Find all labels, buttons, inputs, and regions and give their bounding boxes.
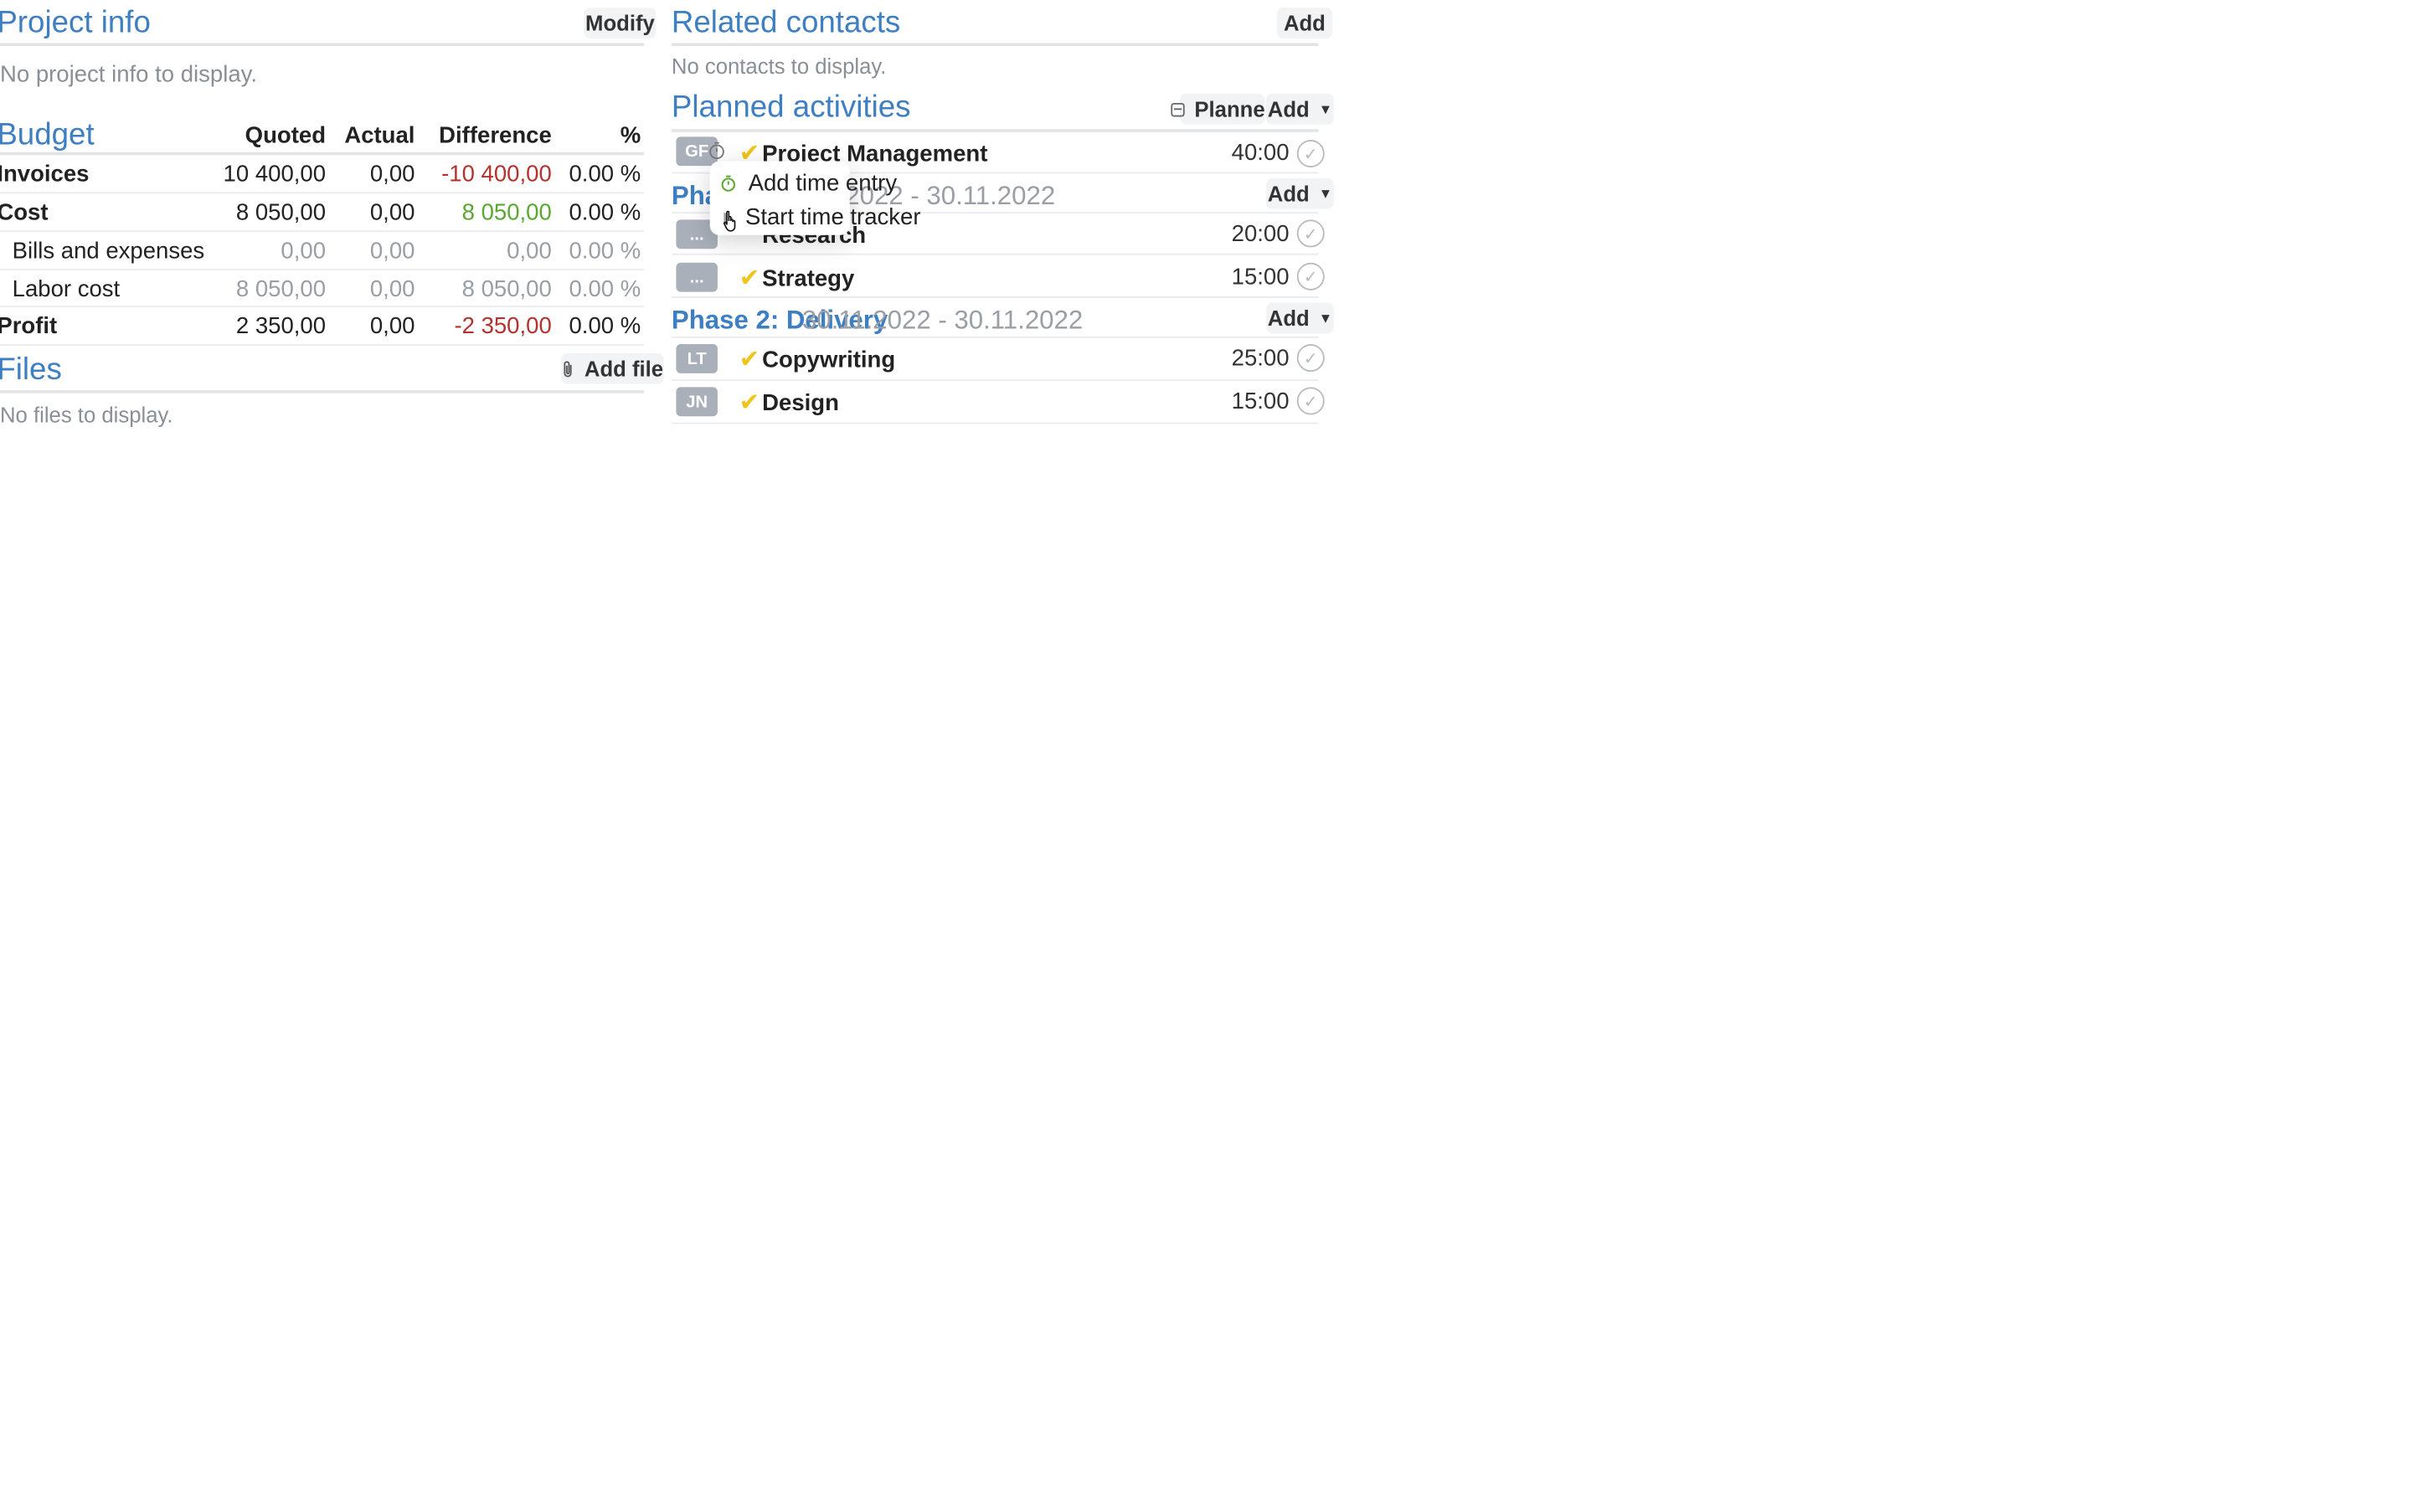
divider [671, 129, 1319, 132]
activity-duration: 15:00 [1231, 388, 1290, 415]
col-actual: Actual [344, 122, 415, 149]
budget-title: Budget [0, 118, 95, 152]
row-label: Invoices [0, 161, 90, 188]
divider [0, 306, 644, 307]
project-info-empty: No project info to display. [0, 61, 258, 88]
divider [0, 43, 644, 47]
add-label: Add [1267, 181, 1310, 206]
percent-value: 0.00 % [569, 161, 641, 188]
modify-button[interactable]: Modify [584, 8, 657, 39]
divider [0, 390, 644, 393]
divider [671, 336, 1319, 338]
assignee-tag: JN [676, 387, 718, 417]
check-icon: ✔ [739, 347, 760, 373]
activity-duration: 15:00 [1231, 264, 1290, 291]
paperclip-icon [561, 358, 575, 378]
row-label: Profit [0, 313, 58, 340]
activity-name[interactable]: Copywriting [762, 347, 895, 373]
col-percent: % [620, 122, 641, 149]
activity-duration: 20:00 [1231, 221, 1290, 248]
divider [0, 344, 644, 346]
actual-value: 0,00 [369, 276, 415, 303]
check-icon: ✔ [739, 265, 760, 292]
phase-dates: 30.11.2022 - 30.11.2022 [801, 306, 1084, 336]
activity-name[interactable]: Design [762, 390, 839, 416]
mark-done-icon[interactable]: ✓ [1296, 219, 1325, 248]
add-activity-button[interactable]: Add ▼ [1266, 93, 1334, 125]
hand-cursor-icon [722, 210, 740, 239]
planner-button[interactable]: Planner [1171, 93, 1274, 125]
activity-name[interactable]: Strategy [762, 265, 854, 291]
quoted-value: 2 350,00 [235, 313, 327, 340]
col-difference: Difference [439, 122, 552, 149]
mark-done-icon[interactable]: ✓ [1296, 262, 1325, 291]
add-label: Add [1267, 306, 1310, 331]
difference-value: 8 050,00 [461, 276, 552, 303]
menu-item-label: Add time entry [748, 170, 898, 197]
related-contacts-title: Related contacts [671, 6, 901, 40]
mark-done-icon[interactable]: ✓ [1296, 344, 1325, 373]
actual-value: 0,00 [369, 313, 415, 340]
quoted-value: 10 400,00 [223, 161, 327, 188]
add-label: Add [1267, 96, 1310, 121]
activity-duration: 40:00 [1231, 139, 1290, 167]
add-phase-activity-button[interactable]: Add ▼ [1266, 177, 1334, 209]
divider [671, 422, 1319, 424]
assignee-tag: LT [676, 344, 718, 373]
files-title: Files [0, 353, 62, 388]
caret-down-icon: ▼ [1318, 101, 1333, 117]
percent-value: 0.00 % [569, 238, 641, 265]
project-info-title: Project info [0, 6, 151, 40]
quoted-value: 8 050,00 [235, 276, 327, 303]
actual-value: 0,00 [369, 199, 415, 226]
divider [0, 152, 644, 156]
files-empty: No files to display. [0, 402, 173, 428]
percent-value: 0.00 % [569, 199, 641, 226]
assignee-tag: ... [676, 262, 718, 292]
percent-value: 0.00 % [569, 276, 641, 303]
divider [0, 269, 644, 270]
add-file-label: Add file [584, 356, 664, 382]
activity-duration: 25:00 [1231, 345, 1290, 373]
divider [671, 43, 1319, 47]
row-label: Bills and expenses [12, 238, 205, 265]
mark-done-icon[interactable]: ✓ [1296, 139, 1325, 168]
actual-value: 0,00 [369, 238, 415, 265]
difference-value: -2 350,00 [454, 313, 552, 340]
divider [671, 253, 1319, 255]
caret-down-icon: ▼ [1318, 310, 1333, 327]
difference-value: -10 400,00 [441, 161, 552, 188]
percent-value: 0.00 % [569, 313, 641, 340]
add-contact-button[interactable]: Add [1276, 8, 1332, 39]
divider [671, 296, 1319, 298]
menu-item-add-time-entry[interactable]: Add time entry [721, 170, 898, 197]
row-label: Labor cost [12, 276, 121, 303]
planner-label: Planner [1194, 96, 1274, 121]
contacts-empty: No contacts to display. [671, 54, 887, 79]
quoted-value: 8 050,00 [235, 199, 327, 226]
divider [0, 192, 644, 194]
difference-value: 8 050,00 [461, 199, 552, 226]
caret-down-icon: ▼ [1318, 186, 1333, 202]
mark-done-icon[interactable]: ✓ [1296, 387, 1325, 415]
planned-activities-title: Planned activities [671, 90, 911, 125]
calendar-icon [1171, 101, 1186, 117]
check-icon: ✔ [739, 390, 760, 417]
menu-item-start-time-tracker[interactable]: Start time tracker [724, 204, 921, 231]
menu-item-label: Start time tracker [744, 204, 921, 231]
actual-value: 0,00 [369, 161, 415, 188]
add-file-button[interactable]: Add file [560, 353, 664, 384]
stopwatch-icon [721, 175, 736, 192]
quoted-value: 0,00 [281, 238, 327, 265]
col-quoted: Quoted [245, 122, 327, 149]
add-phase-activity-button[interactable]: Add ▼ [1266, 302, 1334, 334]
divider [671, 379, 1319, 382]
divider [0, 230, 644, 233]
difference-value: 0,00 [507, 238, 552, 265]
row-label: Cost [0, 199, 49, 226]
